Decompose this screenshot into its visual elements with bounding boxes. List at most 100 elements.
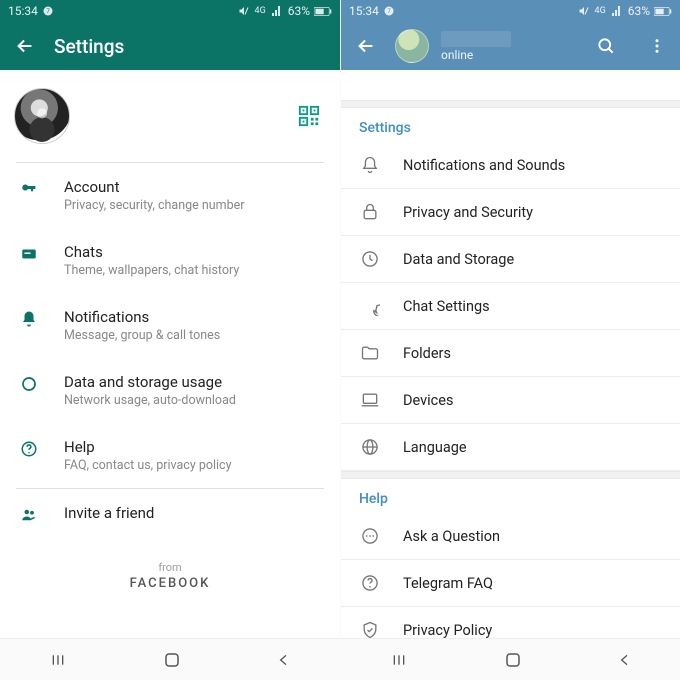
network-type: 4G xyxy=(595,6,606,16)
status-time: 15:34 xyxy=(8,4,38,18)
item-title: Notifications and Sounds xyxy=(403,157,565,174)
help-item-ask[interactable]: Ask a Question xyxy=(341,513,680,560)
back-button[interactable] xyxy=(14,35,36,57)
speech-icon xyxy=(359,296,381,316)
item-subtitle: Message, group & call tones xyxy=(64,328,220,343)
nav-home[interactable] xyxy=(504,651,522,669)
arrow-left-icon xyxy=(355,35,377,57)
item-title: Help xyxy=(64,438,232,456)
settings-item-account[interactable]: Account Privacy, security, change number xyxy=(0,163,340,228)
item-subtitle: Theme, wallpapers, chat history xyxy=(64,263,239,278)
globe-icon xyxy=(359,437,381,457)
footer-brand: from FACEBOOK xyxy=(0,561,340,591)
avatar xyxy=(395,29,429,63)
item-title: Ask a Question xyxy=(403,528,500,545)
status-bar: 15:34 7 4G 63% xyxy=(0,0,340,22)
settings-item-invite[interactable]: Invite a friend xyxy=(0,489,340,539)
data-icon xyxy=(18,373,40,393)
battery-pct: 63% xyxy=(288,4,310,18)
item-title: Language xyxy=(403,439,467,456)
section-header-help: Help xyxy=(341,479,680,513)
nav-recents[interactable] xyxy=(48,652,68,668)
mute-icon xyxy=(577,5,591,17)
lock-icon xyxy=(359,202,381,222)
settings-item-chats[interactable]: Chats Theme, wallpapers, chat history xyxy=(0,228,340,293)
status-bar: 15:34 7 4G 63% xyxy=(341,0,680,22)
shield-icon xyxy=(359,620,381,638)
arrow-left-icon xyxy=(14,35,36,57)
item-title: Chats xyxy=(64,243,239,261)
item-title: Data and Storage xyxy=(403,251,514,268)
people-icon xyxy=(18,504,40,524)
nav-bar xyxy=(341,638,680,680)
settings-item-notifications[interactable]: Notifications Message, group & call tones xyxy=(0,293,340,358)
item-title: Folders xyxy=(403,345,451,362)
search-icon xyxy=(596,36,616,56)
whatsapp-screen: 15:34 7 4G 63% Settings xyxy=(0,0,340,680)
more-button[interactable] xyxy=(648,36,666,56)
nav-bar xyxy=(0,638,340,680)
settings-item-data[interactable]: Data and storage usage Network usage, aut… xyxy=(0,358,340,423)
item-title: Notifications xyxy=(64,308,220,326)
battery-pct: 63% xyxy=(628,4,650,18)
help-icon xyxy=(18,438,40,458)
nav-back[interactable] xyxy=(617,652,633,668)
help-item-privacy-policy[interactable]: Privacy Policy xyxy=(341,607,680,638)
nav-home[interactable] xyxy=(163,651,181,669)
profile-name-redacted xyxy=(441,31,511,47)
clock-icon xyxy=(359,249,381,269)
whatsapp-appbar: Settings xyxy=(0,22,340,70)
item-title: Devices xyxy=(403,392,453,409)
more-vert-icon xyxy=(648,36,666,56)
battery-icon xyxy=(654,6,672,17)
signal-icon xyxy=(610,5,624,17)
profile-row[interactable] xyxy=(0,70,340,162)
ask-icon xyxy=(359,526,381,546)
search-button[interactable] xyxy=(596,36,616,56)
appbar-title: Settings xyxy=(54,35,326,58)
help-item-faq[interactable]: Telegram FAQ xyxy=(341,560,680,607)
section-header-settings: Settings xyxy=(341,108,680,142)
key-icon xyxy=(18,178,40,198)
item-title: Telegram FAQ xyxy=(403,575,493,592)
status-time: 15:34 xyxy=(349,4,379,18)
network-type: 4G xyxy=(255,6,266,16)
chat-icon xyxy=(18,243,40,263)
settings-item-chat-settings[interactable]: Chat Settings xyxy=(341,283,680,330)
item-title: Data and storage usage xyxy=(64,373,236,391)
bell-outline-icon xyxy=(359,155,381,175)
folder-icon xyxy=(359,343,381,363)
settings-item-notifications[interactable]: Notifications and Sounds xyxy=(341,142,680,189)
battery-icon xyxy=(314,6,332,17)
item-subtitle: Network usage, auto-download xyxy=(64,393,236,408)
notification-dot-icon: 7 xyxy=(383,5,395,17)
qr-button[interactable] xyxy=(298,105,320,127)
item-subtitle: Privacy, security, change number xyxy=(64,198,245,213)
qr-icon xyxy=(298,105,320,127)
profile-status: online xyxy=(441,48,511,62)
item-title: Privacy Policy xyxy=(403,622,492,639)
mute-icon xyxy=(237,5,251,17)
settings-item-language[interactable]: Language xyxy=(341,424,680,471)
settings-item-devices[interactable]: Devices xyxy=(341,377,680,424)
nav-back[interactable] xyxy=(276,652,292,668)
settings-item-privacy[interactable]: Privacy and Security xyxy=(341,189,680,236)
item-title: Account xyxy=(64,178,245,196)
telegram-appbar: online xyxy=(341,22,680,70)
bell-icon xyxy=(18,308,40,328)
item-title: Chat Settings xyxy=(403,298,490,315)
settings-item-data-storage[interactable]: Data and Storage xyxy=(341,236,680,283)
item-title: Invite a friend xyxy=(64,504,154,522)
help-icon xyxy=(359,573,381,593)
telegram-screen: 15:34 7 4G 63% online xyxy=(340,0,680,680)
settings-item-help[interactable]: Help FAQ, contact us, privacy policy xyxy=(0,423,340,488)
notification-dot-icon: 7 xyxy=(42,5,54,17)
settings-item-folders[interactable]: Folders xyxy=(341,330,680,377)
item-subtitle: FAQ, contact us, privacy policy xyxy=(64,458,232,473)
signal-icon xyxy=(270,5,284,17)
item-title: Privacy and Security xyxy=(403,204,533,221)
nav-recents[interactable] xyxy=(389,652,409,668)
avatar xyxy=(14,88,70,144)
profile-header[interactable]: online xyxy=(395,29,578,63)
back-button[interactable] xyxy=(355,35,377,57)
